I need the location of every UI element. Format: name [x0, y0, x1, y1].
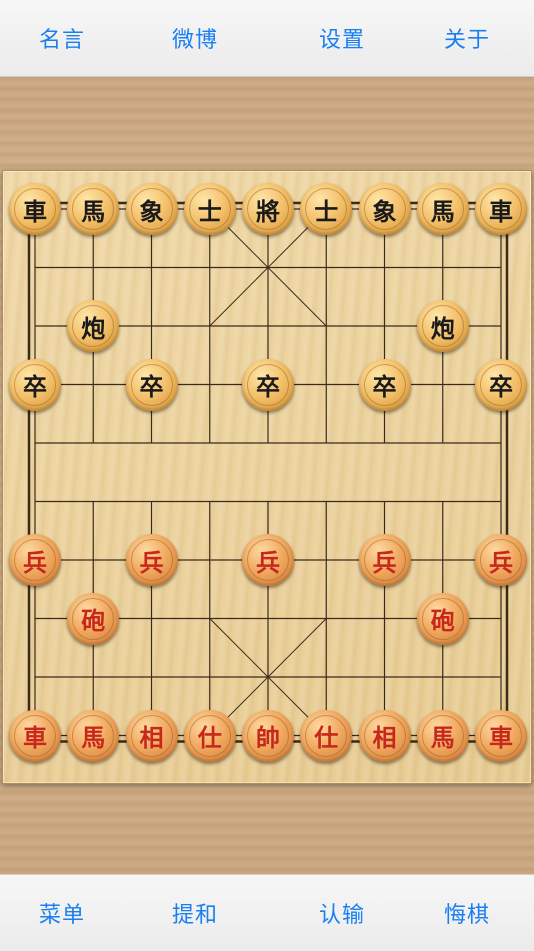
- black-advisor-piece[interactable]: 士: [300, 183, 353, 235]
- red-cannon-piece[interactable]: 砲: [67, 592, 120, 645]
- settings-button[interactable]: 设置: [287, 0, 397, 76]
- red-horse-piece[interactable]: 馬: [67, 709, 120, 762]
- red-soldier-piece[interactable]: 兵: [475, 534, 527, 586]
- resign-button[interactable]: 认输: [287, 875, 397, 951]
- menu-button[interactable]: 菜单: [7, 875, 117, 951]
- black-general-piece[interactable]: 將: [242, 183, 294, 235]
- board-grid: [27, 201, 509, 743]
- red-elephant-piece[interactable]: 相: [358, 709, 411, 762]
- black-elephant-piece[interactable]: 象: [125, 183, 178, 235]
- weibo-button[interactable]: 微博: [140, 0, 250, 76]
- red-soldier-piece[interactable]: 兵: [358, 534, 411, 586]
- black-soldier-piece[interactable]: 卒: [358, 358, 411, 411]
- red-advisor-piece[interactable]: 仕: [300, 709, 353, 762]
- red-horse-piece[interactable]: 馬: [416, 709, 469, 762]
- quotes-button[interactable]: 名言: [7, 0, 117, 76]
- black-soldier-piece[interactable]: 卒: [242, 358, 294, 411]
- red-soldier-piece[interactable]: 兵: [125, 534, 178, 586]
- red-elephant-piece[interactable]: 相: [125, 709, 178, 762]
- black-horse-piece[interactable]: 馬: [67, 183, 120, 235]
- black-chariot-piece[interactable]: 車: [475, 183, 527, 235]
- red-chariot-piece[interactable]: 車: [475, 709, 527, 762]
- black-cannon-piece[interactable]: 炮: [416, 300, 469, 352]
- red-general-piece[interactable]: 帥: [242, 709, 294, 762]
- about-button[interactable]: 关于: [412, 0, 522, 76]
- red-soldier-piece[interactable]: 兵: [9, 534, 61, 586]
- undo-button[interactable]: 悔棋: [412, 875, 522, 951]
- black-chariot-piece[interactable]: 車: [9, 183, 61, 235]
- black-soldier-piece[interactable]: 卒: [125, 358, 178, 411]
- red-cannon-piece[interactable]: 砲: [416, 592, 469, 645]
- black-elephant-piece[interactable]: 象: [358, 183, 411, 235]
- black-soldier-piece[interactable]: 卒: [475, 358, 527, 411]
- red-soldier-piece[interactable]: 兵: [242, 534, 294, 586]
- chess-board[interactable]: 車馬象士將士象馬車炮炮卒卒卒卒卒兵兵兵兵兵砲砲車馬相仕帥仕相馬車: [2, 170, 532, 784]
- red-advisor-piece[interactable]: 仕: [183, 709, 236, 762]
- red-chariot-piece[interactable]: 車: [9, 709, 61, 762]
- black-advisor-piece[interactable]: 士: [183, 183, 236, 235]
- bottom-toolbar: 菜单 提和 认输 悔棋: [0, 874, 534, 951]
- offer-draw-button[interactable]: 提和: [140, 875, 250, 951]
- black-soldier-piece[interactable]: 卒: [9, 358, 61, 411]
- top-toolbar: 名言 微博 设置 关于: [0, 0, 534, 77]
- black-cannon-piece[interactable]: 炮: [67, 300, 120, 352]
- black-horse-piece[interactable]: 馬: [416, 183, 469, 235]
